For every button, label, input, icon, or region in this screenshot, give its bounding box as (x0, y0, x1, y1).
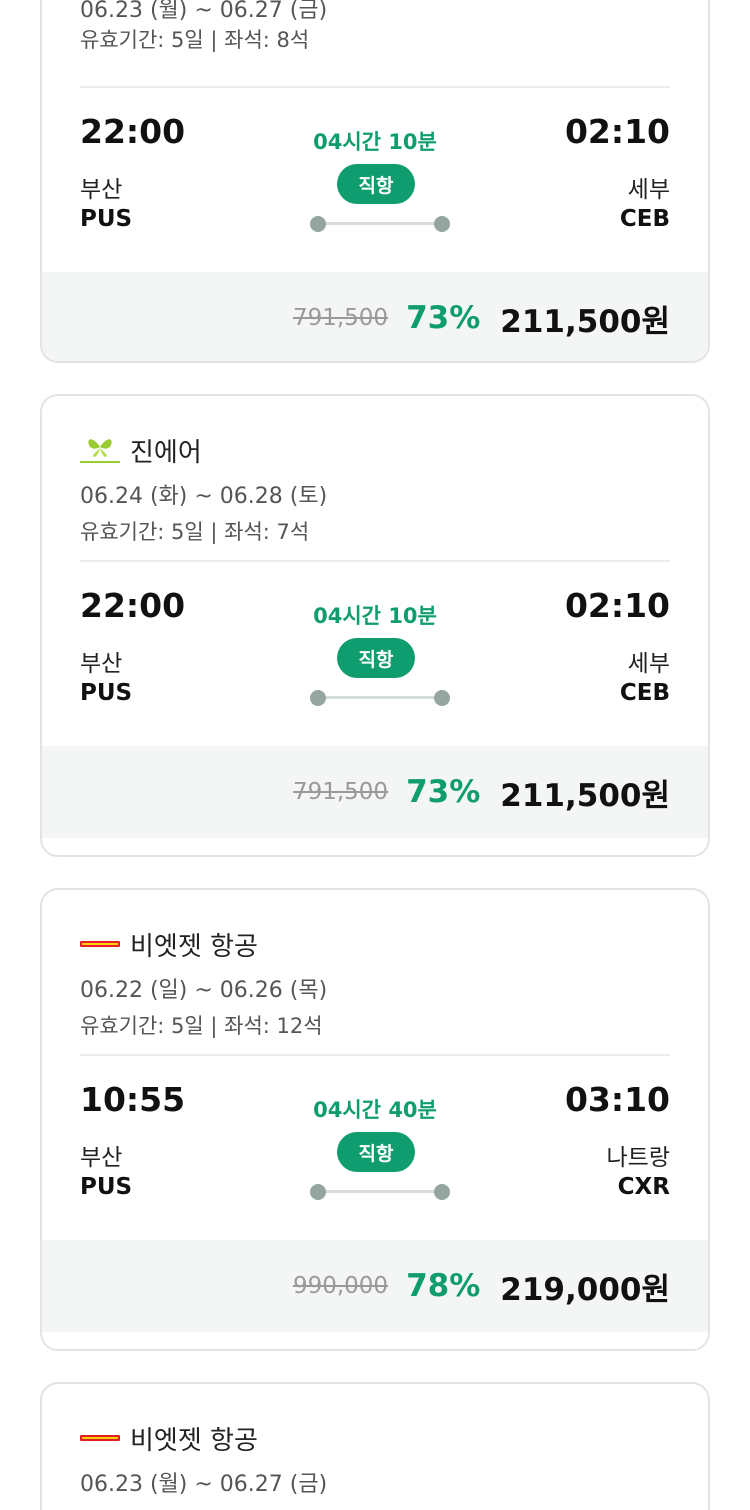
flight-route: 22:00 04시간 10분 직항 02:10 부산 세부 PUS CEB (80, 88, 670, 272)
price-bar: 791,500 73% 211,500원 (42, 272, 708, 361)
departure-city: 부산 (80, 177, 123, 203)
airline-name: 비엣젯 항공 (130, 931, 258, 962)
departure-code: PUS (80, 206, 133, 232)
validity-seats: 유효기간: 5일 | 좌석: 8석 (80, 28, 310, 52)
arrival-city: 세부 (627, 177, 670, 203)
discount-rate: 78% (406, 1268, 481, 1304)
direct-flight-badge: 직항 (337, 1132, 415, 1172)
final-price: 211,500원 (500, 777, 670, 814)
flight-card[interactable]: 비엣젯 항공 06.22 (일) ~ 06.26 (목) 유효기간: 5일 | … (40, 888, 710, 1351)
arrival-code: CEB (619, 206, 670, 232)
route-line (310, 1184, 450, 1200)
destination-dot (434, 216, 450, 232)
destination-dot (434, 1184, 450, 1200)
route-line (310, 216, 450, 232)
arrival-code: CXR (617, 1174, 670, 1200)
flight-route: 22:00 04시간 10분 직항 02:10 부산 세부 PUS CEB (80, 562, 670, 746)
arrival-time: 02:10 (564, 112, 670, 151)
departure-city: 부산 (80, 1145, 123, 1171)
final-price: 219,000원 (500, 1271, 670, 1308)
price-bar: 791,500 73% 211,500원 (42, 746, 708, 838)
discount-rate: 73% (406, 774, 481, 810)
discount-rate: 73% (406, 300, 481, 336)
departure-code: PUS (80, 680, 133, 706)
direct-flight-badge: 직항 (337, 164, 415, 204)
flight-card[interactable]: 06.23 (월) ~ 06.27 (금) 유효기간: 5일 | 좌석: 8석 … (40, 0, 710, 363)
airline-header: 비엣젯 항공 (80, 922, 670, 966)
departure-code: PUS (80, 1174, 133, 1200)
airline-name: 비엣젯 항공 (130, 1425, 258, 1456)
direct-flight-badge: 직항 (337, 638, 415, 678)
route-line (310, 690, 450, 706)
origin-dot (310, 690, 326, 706)
travel-dates: 06.22 (일) ~ 06.26 (목) (80, 978, 328, 1003)
validity-seats: 유효기간: 5일 | 좌석: 7석 (80, 520, 310, 544)
origin-dot (310, 1184, 326, 1200)
arrival-city: 세부 (627, 651, 670, 677)
arrival-time: 03:10 (564, 1080, 670, 1119)
airline-header: 진에어 (80, 428, 670, 472)
original-price: 791,500 (292, 779, 389, 805)
vietjet-logo-icon (80, 929, 120, 959)
airline-header: 비엣젯 항공 (80, 1416, 670, 1460)
flight-card[interactable]: 진에어 06.24 (화) ~ 06.28 (토) 유효기간: 5일 | 좌석:… (40, 394, 710, 857)
flight-route: 10:55 04시간 40분 직항 03:10 부산 나트랑 PUS CXR (80, 1056, 670, 1240)
arrival-time: 02:10 (564, 586, 670, 625)
travel-dates: 06.24 (화) ~ 06.28 (토) (80, 484, 328, 509)
origin-dot (310, 216, 326, 232)
destination-dot (434, 690, 450, 706)
airline-name: 진에어 (130, 437, 202, 468)
departure-city: 부산 (80, 651, 123, 677)
arrival-city: 나트랑 (606, 1145, 670, 1171)
price-bar: 990,000 78% 219,000원 (42, 1240, 708, 1332)
travel-dates: 06.23 (월) ~ 06.27 (금) (80, 1472, 328, 1497)
flight-card[interactable]: 비엣젯 항공 06.23 (월) ~ 06.27 (금) (40, 1382, 710, 1510)
vietjet-logo-icon (80, 1423, 120, 1453)
final-price: 211,500원 (500, 303, 670, 340)
original-price: 990,000 (292, 1273, 389, 1299)
arrival-code: CEB (619, 680, 670, 706)
validity-seats: 유효기간: 5일 | 좌석: 12석 (80, 1014, 323, 1038)
jinair-logo-icon (80, 435, 120, 465)
original-price: 791,500 (292, 305, 389, 331)
